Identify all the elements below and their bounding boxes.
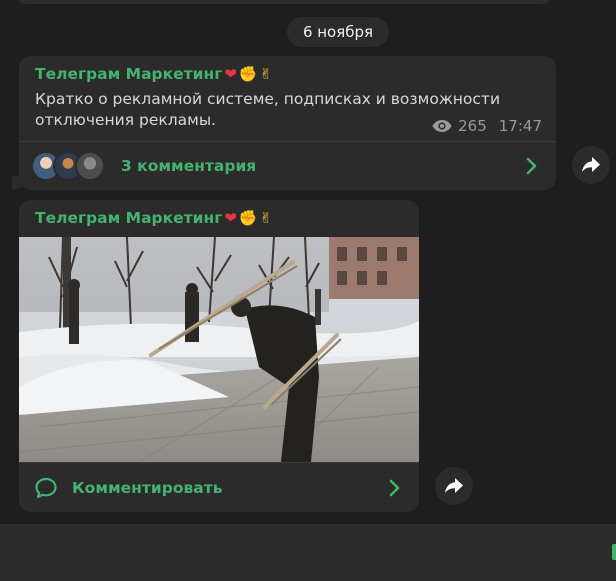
date-separator: 6 ноября (287, 17, 389, 47)
heart-emoji: ❤ (224, 209, 237, 227)
video-frame-image (19, 237, 419, 462)
channel-name-label: Телеграм Маркетинг (35, 65, 223, 83)
victory-hand-emoji: ✌ (259, 65, 273, 83)
comments-button[interactable]: 3 комментария (19, 142, 556, 190)
raised-fist-emoji: ✊ (238, 209, 258, 227)
channel-post: Телеграм Маркетинг ❤ ✊ ✌ Кратко о реклам… (3, 56, 556, 190)
video-thumbnail[interactable] (19, 237, 419, 462)
channel-post: Телеграм Маркетинг ❤ ✊ ✌ Комментировать (19, 200, 419, 512)
comment-button-label: Комментировать (72, 478, 223, 497)
share-button[interactable] (435, 467, 473, 505)
date-separator-label: 6 ноября (302, 23, 374, 41)
share-icon (445, 478, 463, 493)
channel-name[interactable]: Телеграм Маркетинг ❤ ✊ ✌ (35, 209, 272, 227)
channel-name-label: Телеграм Маркетинг (35, 209, 223, 227)
composer-accent (612, 544, 616, 560)
commenter-avatars (31, 151, 109, 181)
comments-label: 3 комментария (121, 157, 257, 175)
raised-fist-emoji: ✊ (238, 65, 258, 83)
share-button[interactable] (572, 146, 610, 184)
victory-hand-emoji: ✌ (259, 209, 273, 227)
channel-name[interactable]: Телеграм Маркетинг ❤ ✊ ✌ (35, 65, 272, 83)
comment-bubble-icon (35, 477, 57, 498)
eye-icon (432, 120, 452, 132)
comment-button[interactable]: Комментировать (19, 463, 419, 512)
previous-message-bubble (14, 0, 554, 4)
message-composer-area[interactable] (0, 524, 616, 581)
heart-emoji: ❤ (224, 65, 237, 83)
avatar (75, 151, 105, 181)
chat-view: 6 ноября Телеграм Маркетинг ❤ ✊ ✌ Кратко… (0, 0, 616, 581)
chevron-right-icon (389, 479, 400, 496)
post-time: 17:47 (498, 117, 542, 135)
views-count: 265 (458, 117, 487, 135)
share-icon (582, 157, 600, 172)
post-meta: 265 17:47 (432, 117, 542, 135)
chevron-right-icon (526, 157, 537, 175)
